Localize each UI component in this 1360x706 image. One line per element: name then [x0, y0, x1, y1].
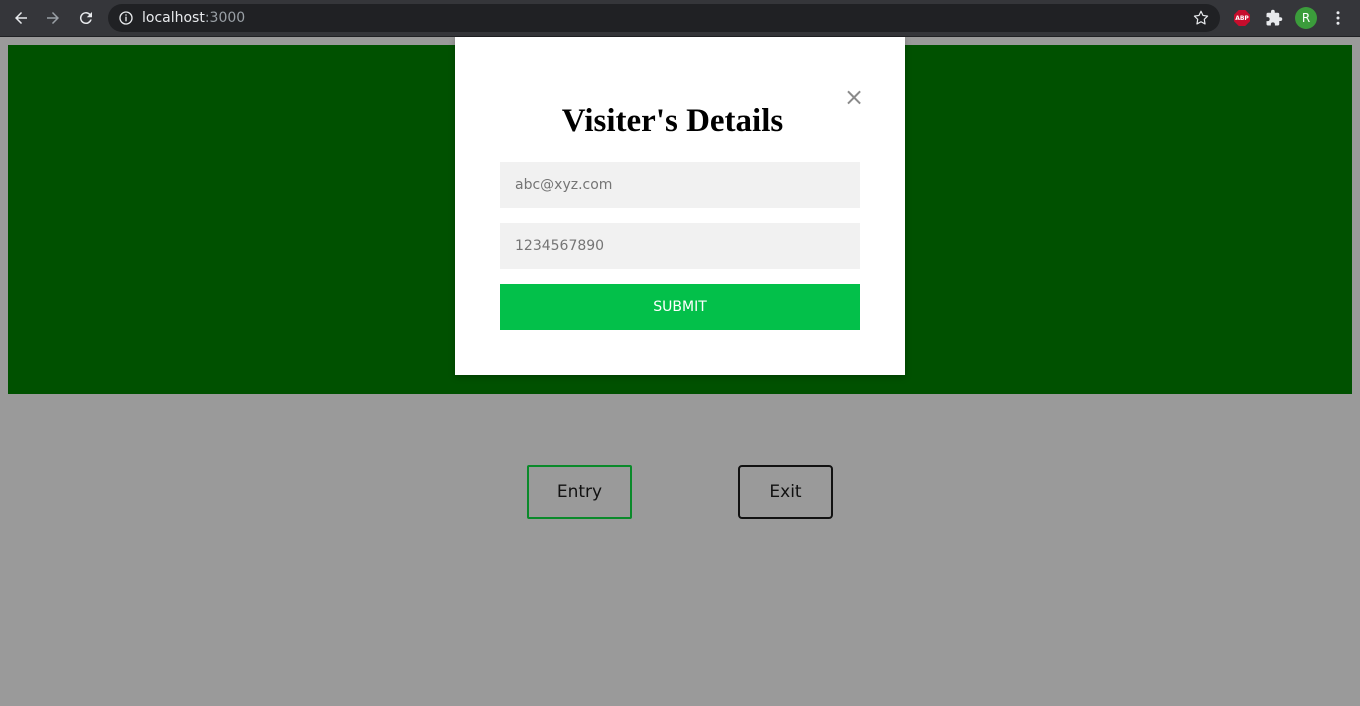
- avatar: R: [1295, 7, 1317, 29]
- back-button[interactable]: [8, 5, 34, 31]
- url-text: localhost:3000: [142, 10, 245, 26]
- visitor-details-modal: × Visiter's Details SUBMIT: [455, 37, 905, 375]
- puzzle-icon: [1266, 9, 1283, 26]
- reload-icon: [79, 12, 92, 25]
- arrow-right-icon: [47, 12, 59, 24]
- bookmark-star-icon[interactable]: [1192, 9, 1210, 27]
- arrow-left-icon: [15, 12, 27, 24]
- entry-button[interactable]: Entry: [527, 465, 632, 519]
- address-bar[interactable]: localhost:3000: [108, 4, 1220, 32]
- browser-toolbar: localhost:3000 ABP R: [0, 0, 1360, 37]
- menu-button[interactable]: [1327, 7, 1349, 29]
- url-port: :3000: [204, 10, 246, 26]
- forward-button[interactable]: [40, 5, 66, 31]
- adblock-icon: ABP: [1234, 10, 1250, 26]
- email-field[interactable]: [500, 162, 860, 208]
- adblock-extension-button[interactable]: ABP: [1231, 7, 1253, 29]
- exit-button[interactable]: Exit: [738, 465, 833, 519]
- url-host: localhost: [142, 10, 205, 26]
- extensions-button[interactable]: [1263, 7, 1285, 29]
- modal-title: Visiter's Details: [561, 103, 784, 139]
- submit-button[interactable]: SUBMIT: [500, 284, 860, 330]
- reload-button[interactable]: [73, 5, 99, 31]
- profile-button[interactable]: R: [1295, 7, 1317, 29]
- phone-field[interactable]: [500, 223, 860, 269]
- info-icon[interactable]: [118, 10, 134, 26]
- more-vertical-icon: [1336, 11, 1340, 25]
